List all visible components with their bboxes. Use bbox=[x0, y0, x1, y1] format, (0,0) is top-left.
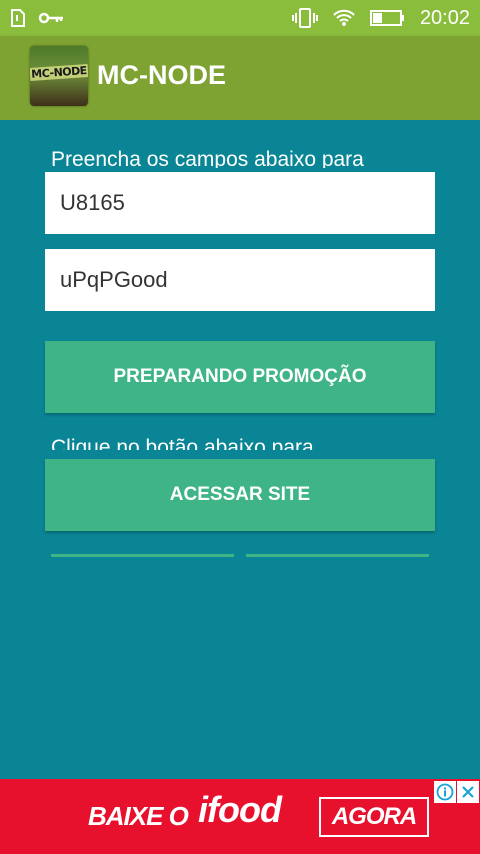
password-input-value: uPqPGood bbox=[60, 267, 168, 292]
status-time: 20:02 bbox=[419, 6, 470, 29]
ad-banner[interactable]: BAIXE O ifood AGORA bbox=[0, 779, 480, 854]
ad-cta-button[interactable]: AGORA bbox=[319, 797, 429, 837]
app-title: MC-NODE bbox=[97, 60, 226, 90]
code-input-value: U8165 bbox=[60, 190, 125, 215]
sim-card-icon bbox=[10, 9, 26, 27]
preparing-promotion-button[interactable]: PREPARANDO PROMOÇÃO bbox=[45, 341, 435, 413]
app-logo: MC-NODE bbox=[30, 46, 88, 106]
divider-left bbox=[51, 554, 234, 557]
status-bar: 20:02 bbox=[0, 0, 480, 36]
close-icon[interactable] bbox=[457, 781, 479, 803]
access-site-button[interactable]: ACESSAR SITE bbox=[45, 459, 435, 531]
vibrate-icon bbox=[291, 8, 318, 28]
logo-text: MC-NODE bbox=[30, 63, 88, 82]
secondary-instruction-text: Clique no botão abaixo para bbox=[51, 436, 314, 450]
app-bar: MC-NODE MC-NODE bbox=[0, 36, 480, 120]
instruction-text: Preencha os campos abaixo para bbox=[51, 148, 364, 168]
info-icon[interactable] bbox=[434, 781, 456, 803]
password-input[interactable]: uPqPGood bbox=[45, 249, 435, 311]
wifi-icon bbox=[332, 9, 356, 27]
preparing-promotion-label: PREPARANDO PROMOÇÃO bbox=[113, 366, 367, 387]
access-site-label: ACESSAR SITE bbox=[169, 484, 311, 505]
ad-brand-logo: ifood bbox=[198, 789, 282, 830]
main-content: Preencha os campos abaixo para U8165 uPq… bbox=[0, 120, 480, 779]
ad-text-baixe: BAIXE O bbox=[88, 801, 189, 831]
key-icon bbox=[38, 11, 64, 25]
divider-right bbox=[246, 554, 429, 557]
battery-icon bbox=[369, 9, 406, 27]
ad-cta-label: AGORA bbox=[331, 803, 417, 830]
code-input[interactable]: U8165 bbox=[45, 172, 435, 234]
